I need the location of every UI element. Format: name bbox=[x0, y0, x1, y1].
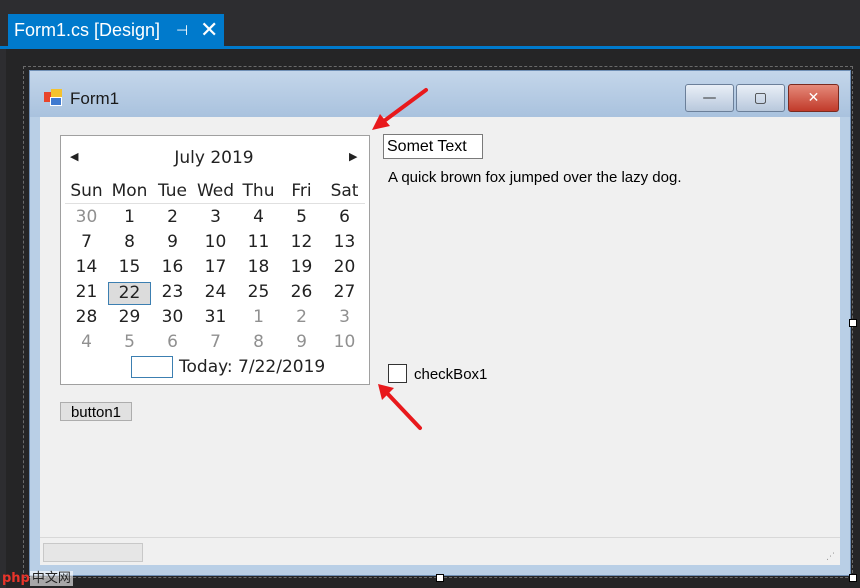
calendar-day-cell[interactable]: 14 bbox=[65, 257, 108, 280]
form-title: Form1 bbox=[70, 89, 120, 108]
close-icon[interactable]: ✕ bbox=[200, 14, 218, 46]
calendar-day-header: Sat bbox=[330, 181, 359, 201]
status-strip: ⋰ bbox=[40, 537, 840, 565]
calendar-day-header: Thu bbox=[242, 181, 275, 201]
calendar-day-header: Sun bbox=[70, 181, 103, 201]
resize-handle-right[interactable] bbox=[849, 319, 857, 327]
calendar-day-header: Tue bbox=[157, 181, 188, 201]
pin-icon[interactable]: ⊣ bbox=[176, 14, 188, 46]
calendar-day-cell[interactable]: 29 bbox=[108, 307, 151, 330]
calendar-day-cell[interactable]: 24 bbox=[194, 282, 237, 305]
calendar-day-cell[interactable]: 19 bbox=[280, 257, 323, 280]
calendar-day-cell[interactable]: 1 bbox=[237, 307, 280, 330]
form-client-area: ◀ July 2019 ▶ Sun Mon Tue Wed Thu Fri Sat 30 1 2… bbox=[40, 117, 840, 565]
calendar-day-cell[interactable]: 12 bbox=[280, 232, 323, 255]
calendar-day-cell[interactable]: 9 bbox=[280, 332, 323, 355]
calendar-day-cell[interactable]: 11 bbox=[237, 232, 280, 255]
calendar-day-cell[interactable]: 31 bbox=[194, 307, 237, 330]
form-window[interactable]: Form1 — ▢ ✕ ◀ July 2019 ▶ Sun Mon Tue Wed Th… bbox=[29, 70, 851, 576]
form-app-icon bbox=[44, 89, 64, 107]
calendar-day-cell[interactable]: 3 bbox=[194, 207, 237, 230]
calendar-day-cell[interactable]: 23 bbox=[151, 282, 194, 305]
calendar-day-cell[interactable]: 2 bbox=[280, 307, 323, 330]
today-marker bbox=[131, 356, 173, 378]
calendar-day-cell[interactable]: 8 bbox=[108, 232, 151, 255]
calendar-day-cell[interactable]: 30 bbox=[151, 307, 194, 330]
document-tab[interactable]: Form1.cs [Design] ⊣ ✕ bbox=[8, 14, 224, 46]
calendar-day-cell[interactable]: 4 bbox=[65, 332, 108, 355]
calendar-day-cell[interactable]: 8 bbox=[237, 332, 280, 355]
calendar-day-cell[interactable]: 13 bbox=[323, 232, 366, 255]
calendar-month-label[interactable]: July 2019 bbox=[61, 148, 367, 168]
close-button[interactable]: ✕ bbox=[788, 84, 839, 112]
calendar-day-cell[interactable]: 7 bbox=[65, 232, 108, 255]
calendar-day-cell[interactable]: 3 bbox=[323, 307, 366, 330]
resize-handle-bottom[interactable] bbox=[436, 574, 444, 582]
calendar-day-header: Mon bbox=[111, 181, 148, 201]
calendar-day-cell[interactable]: 27 bbox=[323, 282, 366, 305]
tab-title: Form1.cs [Design] bbox=[14, 20, 161, 40]
calendar-day-cell[interactable]: 30 bbox=[65, 207, 108, 230]
calendar-day-cell[interactable]: 17 bbox=[194, 257, 237, 280]
calendar-day-cell[interactable]: 10 bbox=[194, 232, 237, 255]
calendar-day-cell[interactable]: 6 bbox=[323, 207, 366, 230]
form-titlebar[interactable]: Form1 — ▢ ✕ bbox=[30, 71, 850, 117]
annotation-arrow-bottom bbox=[378, 384, 422, 430]
calendar-day-headers: Sun Mon Tue Wed Thu Fri Sat bbox=[65, 180, 365, 204]
calendar-day-cell[interactable]: 4 bbox=[237, 207, 280, 230]
calendar-day-cell[interactable]: 22 bbox=[108, 282, 151, 305]
calendar-day-cell[interactable]: 16 bbox=[151, 257, 194, 280]
calendar-day-cell[interactable]: 5 bbox=[108, 332, 151, 355]
calendar-day-cell[interactable]: 2 bbox=[151, 207, 194, 230]
calendar-day-cell[interactable]: 21 bbox=[65, 282, 108, 305]
calendar-day-header: Wed bbox=[196, 181, 235, 201]
calendar-day-cell[interactable]: 7 bbox=[194, 332, 237, 355]
resize-handle-corner[interactable] bbox=[849, 574, 857, 582]
today-link[interactable]: Today: 7/22/2019 bbox=[179, 357, 325, 377]
visual-studio-ide: Form1.cs [Design] ⊣ ✕ Form1 — ▢ ✕ ◀ July… bbox=[0, 0, 860, 588]
status-panel bbox=[43, 543, 143, 562]
calendar-day-header: Fri bbox=[291, 181, 312, 201]
button1[interactable]: button1 bbox=[60, 402, 132, 421]
label1: A quick brown fox jumped over the lazy d… bbox=[388, 169, 682, 186]
text-box[interactable]: Somet Text bbox=[383, 134, 483, 159]
watermark-cn: 中文网 bbox=[29, 571, 73, 586]
calendar-day-cell[interactable]: 6 bbox=[151, 332, 194, 355]
calendar-day-cell[interactable]: 9 bbox=[151, 232, 194, 255]
next-month-icon[interactable]: ▶ bbox=[349, 150, 357, 163]
calendar-day-cell[interactable]: 18 bbox=[237, 257, 280, 280]
calendar-day-cell[interactable]: 15 bbox=[108, 257, 151, 280]
calendar-day-cell[interactable]: 26 bbox=[280, 282, 323, 305]
calendar-day-cell[interactable]: 1 bbox=[108, 207, 151, 230]
annotation-arrow-top bbox=[372, 88, 428, 130]
calendar-day-cell[interactable]: 28 bbox=[65, 307, 108, 330]
site-watermark: php 中文网 bbox=[2, 567, 73, 586]
maximize-button[interactable]: ▢ bbox=[736, 84, 785, 112]
calendar-day-cell[interactable]: 10 bbox=[323, 332, 366, 355]
watermark-latin: php bbox=[2, 571, 30, 586]
calendar-day-cell[interactable]: 20 bbox=[323, 257, 366, 280]
month-calendar[interactable]: ◀ July 2019 ▶ Sun Mon Tue Wed Thu Fri Sat 30 1 2… bbox=[60, 135, 370, 385]
calendar-day-cell[interactable]: 25 bbox=[237, 282, 280, 305]
resize-grip-icon[interactable]: ⋰ bbox=[826, 552, 836, 562]
minimize-button[interactable]: — bbox=[685, 84, 734, 112]
calendar-day-cell[interactable]: 5 bbox=[280, 207, 323, 230]
